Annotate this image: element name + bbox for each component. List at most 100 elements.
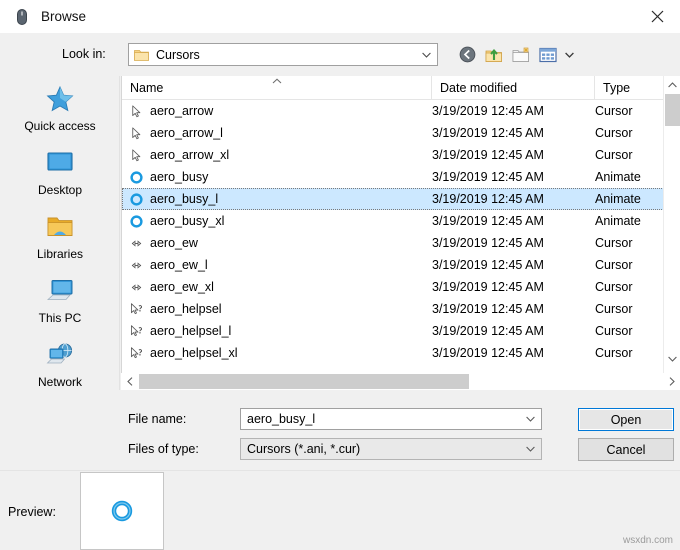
vertical-scrollbar[interactable] [663,76,680,390]
help-select-icon [126,322,146,340]
scroll-down-button[interactable] [664,350,680,367]
table-row[interactable]: aero_ew_l 3/19/2019 12:45 AM Cursor [122,254,680,276]
sidebar-item-this-pc[interactable]: This PC [0,268,120,332]
sidebar-label: Network [37,375,82,389]
cell-name: aero_busy [122,168,432,186]
file-name-text: aero_busy_l [150,192,219,206]
table-row[interactable]: aero_ew_xl 3/19/2019 12:45 AM Cursor [122,276,680,298]
preview-pane [80,472,164,550]
horizontal-scrollbar[interactable] [121,373,680,390]
chevron-right-icon [669,377,675,386]
column-label: Name [130,81,164,95]
vertical-scrollbar-thumb[interactable] [665,94,680,126]
lookin-label: Look in: [62,47,106,61]
scroll-left-button[interactable] [121,373,138,390]
sidebar-label: Desktop [37,183,83,197]
places-bar: Quick access Desktop Libraries This PC N… [0,76,120,390]
sidebar-label: This PC [38,311,82,325]
views-icon[interactable] [537,44,559,65]
table-row[interactable]: aero_link3/19/2019 12:45 AMCursor [122,364,680,368]
cell-type: Animate [595,192,641,206]
up-folder-icon[interactable] [483,44,505,65]
cell-name: aero_arrow_l [122,124,432,142]
chevron-left-icon [126,377,132,386]
cell-date-modified: 3/19/2019 12:45 AM [432,126,544,140]
network-globe-icon [45,338,75,372]
cell-name: aero_busy_xl [122,212,432,230]
table-row[interactable]: aero_arrow 3/19/2019 12:45 AM Cursor [122,100,680,122]
table-row[interactable]: aero_helpsel_xl 3/19/2019 12:45 AM Cursor [122,342,680,364]
star-icon [45,82,75,116]
resize-ew-icon [126,278,146,296]
help-select-icon [126,300,146,318]
cancel-button[interactable]: Cancel [578,438,674,461]
sidebar-item-network[interactable]: Network [0,332,120,396]
file-name-text: aero_ew_xl [150,280,214,294]
cell-type: Cursor [595,126,633,140]
cell-date-modified: 3/19/2019 12:45 AM [432,346,544,360]
horizontal-scrollbar-thumb[interactable] [139,374,469,389]
chevron-down-icon [422,52,431,58]
cell-date-modified: 3/19/2019 12:45 AM [432,280,544,294]
cell-type: Animate [595,214,641,228]
file-name-text: aero_busy_xl [150,214,225,228]
chevron-down-icon[interactable] [526,446,535,452]
close-button[interactable] [634,0,680,33]
table-row[interactable]: aero_busy 3/19/2019 12:45 AM Animate [122,166,680,188]
cursor-arrow-icon [126,146,146,164]
scroll-right-button[interactable] [663,373,680,390]
cell-name: aero_link [122,366,432,368]
cell-date-modified: 3/19/2019 12:45 AM [432,302,544,316]
monitor-icon [45,146,75,180]
table-row[interactable]: aero_arrow_l 3/19/2019 12:45 AM Cursor [122,122,680,144]
file-name-text: aero_helpsel_xl [150,346,238,360]
cell-type: Cursor [595,302,633,316]
table-row[interactable]: aero_busy_xl 3/19/2019 12:45 AM Animate [122,210,680,232]
column-label: Date modified [440,81,518,95]
table-row[interactable]: aero_helpsel_l 3/19/2019 12:45 AM Cursor [122,320,680,342]
column-header-date-modified[interactable]: Date modified [432,76,595,100]
computer-icon [45,274,75,308]
table-row[interactable]: aero_ew 3/19/2019 12:45 AM Cursor [122,232,680,254]
cell-name: aero_ew [122,234,432,252]
sidebar-item-quick-access[interactable]: Quick access [0,76,120,140]
open-button[interactable]: Open [578,408,674,431]
file-list-body: aero_arrow 3/19/2019 12:45 AM Cursor aero_a… [122,100,680,368]
file-list: Name Date modified Type aero_arrow 3/19/2… [121,76,680,390]
scroll-up-button[interactable] [664,76,680,93]
file-name-input[interactable]: aero_busy_l [240,408,542,430]
chevron-down-icon[interactable] [526,416,535,422]
file-name-text: aero_helpsel_l [150,324,232,338]
file-list-header: Name Date modified Type [122,76,680,100]
column-label: Type [603,81,631,95]
table-row[interactable]: aero_busy_l 3/19/2019 12:45 AM Animate [122,188,680,210]
folder-icon [45,210,75,244]
resize-ew-icon [126,234,146,252]
file-name-text: aero_busy [150,170,209,184]
sidebar-label: Quick access [24,119,96,133]
cell-date-modified: 3/19/2019 12:45 AM [432,236,544,250]
column-header-type[interactable]: Type [595,76,661,100]
cell-date-modified: 3/19/2019 12:45 AM [432,324,544,338]
preview-label: Preview: [8,505,56,519]
preview-separator [0,470,680,471]
table-row[interactable]: aero_helpsel 3/19/2019 12:45 AM Cursor [122,298,680,320]
chevron-down-icon[interactable] [565,52,574,58]
busy-ring-icon [126,212,146,230]
back-icon[interactable] [456,44,478,65]
table-row[interactable]: aero_arrow_xl 3/19/2019 12:45 AM Cursor [122,144,680,166]
cell-name: aero_busy_l [122,190,432,208]
file-name-text: aero_ew [150,236,198,250]
busy-ring-icon [126,190,146,208]
cell-type: Cursor [595,258,633,272]
files-of-type-select[interactable]: Cursors (*.ani, *.cur) [240,438,542,460]
help-select-icon [126,344,146,362]
cell-name: aero_ew_xl [122,278,432,296]
new-folder-icon[interactable] [510,44,532,65]
column-header-name[interactable]: Name [122,76,432,100]
file-name-label: File name: [128,412,187,426]
lookin-combobox[interactable]: Cursors [128,43,438,66]
sidebar-label: Libraries [36,247,84,261]
sidebar-item-desktop[interactable]: Desktop [0,140,120,204]
sidebar-item-libraries[interactable]: Libraries [0,204,120,268]
